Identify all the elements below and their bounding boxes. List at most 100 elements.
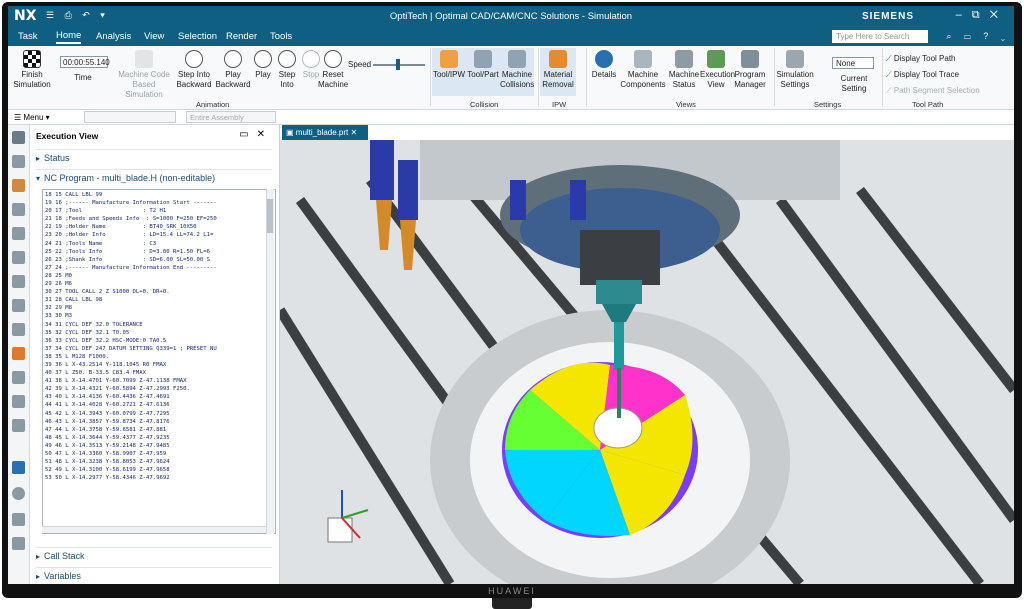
- code-line[interactable]: 48 45 L X-14.3644 Y-59.4377 Z-47.9235: [45, 434, 275, 442]
- process-studio-icon[interactable]: [12, 323, 25, 336]
- code-line[interactable]: 42 39 L X-14.4321 Y-60.5894 Z-47.2993 F2…: [45, 385, 275, 393]
- code-line[interactable]: 20 17 ;Tool : T2 H1: [45, 207, 275, 215]
- code-line[interactable]: 27 24 ;------ Manufacture Information En…: [45, 264, 275, 272]
- tab-task[interactable]: Task: [18, 31, 38, 42]
- code-line[interactable]: 29 26 M6: [45, 280, 275, 288]
- code-line[interactable]: 23 20 ;Holder Info : LD=15.4 LL=74.2 L1=: [45, 231, 275, 239]
- vertical-scrollbar[interactable]: [266, 189, 274, 534]
- tab-analysis[interactable]: Analysis: [96, 31, 131, 42]
- play-button[interactable]: Play: [252, 50, 274, 80]
- code-line[interactable]: 46 43 L X-14.3857 Y-59.8734 Z-47.8176: [45, 418, 275, 426]
- assembly-filter-dropdown[interactable]: Entire Assembly: [186, 111, 276, 123]
- code-line[interactable]: 45 42 L X-14.3943 Y-60.0799 Z-47.7295: [45, 410, 275, 418]
- tool-part-button[interactable]: Tool/Part: [466, 48, 500, 96]
- close-tab-icon[interactable]: ✕: [351, 128, 358, 137]
- material-removal-button[interactable]: Material Removal: [540, 48, 576, 96]
- graphics-viewport[interactable]: [280, 140, 1014, 584]
- machine-code-simulation-button[interactable]: Machine Code Based Simulation: [116, 50, 172, 100]
- code-line[interactable]: 26 23 ;Shank Info : SD=6.00 SL=50.00 S: [45, 256, 275, 264]
- close-panel-icon[interactable]: ✕: [257, 129, 273, 140]
- nc-program-section[interactable]: ▾ NC Program - multi_blade.H (non-editabl…: [36, 169, 272, 185]
- details-button[interactable]: Details: [590, 50, 618, 80]
- scrollbar-thumb[interactable]: [267, 199, 273, 233]
- current-setting-dropdown[interactable]: None: [832, 57, 874, 69]
- web-browser-icon[interactable]: [12, 395, 25, 408]
- tab-selection[interactable]: Selection: [178, 31, 217, 42]
- machine-tab-icon[interactable]: [12, 537, 25, 550]
- path-segment-selection-toggle[interactable]: ⟋ Path Segment Selection: [886, 86, 980, 96]
- restore-icon[interactable]: ⧉: [972, 9, 990, 21]
- search-input[interactable]: Type Here to Search: [832, 30, 928, 43]
- code-line[interactable]: 22 19 ;Holder Name : BT40_SRK_10X50: [45, 223, 275, 231]
- roles-icon[interactable]: [12, 347, 25, 360]
- code-line[interactable]: 52 49 L X-14.3100 Y-58.6199 Z-47.9658: [45, 466, 275, 474]
- step-into-backward-button[interactable]: Step Into Backward: [174, 50, 214, 90]
- minimize-icon[interactable]: –: [956, 9, 972, 21]
- code-line[interactable]: 40 37 L Z50. B-33.5 C83.4 FMAX: [45, 369, 275, 377]
- variables-section[interactable]: ▸ Variables: [36, 567, 272, 583]
- machine-status-button[interactable]: Machine Status: [668, 50, 700, 90]
- nc-code-listing[interactable]: 18 15 CALL LBL 99 19 16 ;------ Manufactu…: [42, 189, 276, 534]
- clock-icon[interactable]: [12, 487, 25, 500]
- code-line[interactable]: 33 30 M3: [45, 312, 275, 320]
- part-navigator-icon[interactable]: [12, 155, 25, 168]
- code-line[interactable]: 47 44 L X-14.3758 Y-59.6581 Z-47.881: [45, 426, 275, 434]
- tab-tools[interactable]: Tools: [270, 31, 292, 42]
- reset-machine-button[interactable]: Reset Machine: [318, 50, 348, 90]
- machine-navigator-icon[interactable]: [12, 227, 25, 240]
- speed-slider-knob[interactable]: [396, 59, 400, 70]
- execution-view-button[interactable]: Execution View: [700, 50, 735, 90]
- display-tool-trace-toggle[interactable]: ⟋ Display Tool Trace: [886, 70, 959, 80]
- step-into-button[interactable]: Step Into: [274, 50, 300, 90]
- code-line[interactable]: 19 16 ;------ Manufacture Information St…: [45, 199, 275, 207]
- maximize-panel-icon[interactable]: ▭: [239, 129, 256, 140]
- tab-home[interactable]: Home: [56, 30, 82, 44]
- code-line[interactable]: 25 22 ;Tools Info : D=3.00 R=1.50 FL=6: [45, 248, 275, 256]
- settings-gear-icon[interactable]: [12, 131, 25, 144]
- code-line[interactable]: 28 25 M0: [45, 272, 275, 280]
- code-line[interactable]: 32 29 M8: [45, 304, 275, 312]
- code-line[interactable]: 35 32 CYCL DEF 32.1 T0.05: [45, 329, 275, 337]
- code-line[interactable]: 49 46 L X-14.3513 Y-59.2148 Z-47.9485: [45, 442, 275, 450]
- time-field[interactable]: 00:00:55.140: [60, 56, 110, 68]
- tab-view[interactable]: View: [144, 31, 164, 42]
- collisions-tab-icon[interactable]: [12, 513, 25, 526]
- system-materials-icon[interactable]: [12, 371, 25, 384]
- window-controls[interactable]: –⧉✕: [956, 9, 1008, 22]
- constraint-navigator-icon[interactable]: [12, 203, 25, 216]
- code-line[interactable]: 24 21 ;Tools Name : C3: [45, 240, 275, 248]
- menu-button[interactable]: ☰ Menu ▾: [14, 113, 50, 122]
- visualization-icon[interactable]: [12, 419, 25, 432]
- code-line[interactable]: 41 38 L X-14.4701 Y-60.7099 Z-47.1138 FM…: [45, 377, 275, 385]
- history-icon[interactable]: [12, 299, 25, 312]
- operation-navigator-icon[interactable]: [12, 251, 25, 264]
- play-backward-button[interactable]: Play Backward: [214, 50, 252, 90]
- code-line[interactable]: 44 41 L X-14.4028 Y-60.2721 Z-47.6136: [45, 401, 275, 409]
- code-line[interactable]: 36 33 CYCL DEF 32.2 HSC-MODE:0 TA0.5: [45, 337, 275, 345]
- code-line[interactable]: 34 31 CYCL DEF 32.0 TOLERANCE: [45, 321, 275, 329]
- tab-render[interactable]: Render: [226, 31, 257, 42]
- reuse-library-icon[interactable]: [12, 275, 25, 288]
- code-line[interactable]: 50 47 L X-14.3360 Y-58.9907 Z-47.959: [45, 450, 275, 458]
- panel-controls[interactable]: ▭✕: [239, 129, 273, 140]
- close-icon[interactable]: ✕: [990, 9, 1008, 21]
- code-line[interactable]: 39 36 L X-43.2514 Y-118.1045 R0 FMAX: [45, 361, 275, 369]
- code-line[interactable]: 53 50 L X-14.2977 Y-58.4346 Z-47.9692: [45, 474, 275, 482]
- finish-simulation-button[interactable]: Finish Simulation: [12, 50, 52, 90]
- code-line[interactable]: 37 34 CYCL DEF 247 DATUM SETTING Q339=1 …: [45, 345, 275, 353]
- machine-collisions-button[interactable]: Machine Collisions: [500, 48, 534, 96]
- code-line[interactable]: 43 40 L X-14.4136 Y-60.4436 Z-47.4691: [45, 393, 275, 401]
- help-icons[interactable]: ⌕ ▭ ? ⌄: [946, 31, 1010, 42]
- program-manager-button[interactable]: Program Manager: [732, 50, 768, 90]
- simulation-settings-button[interactable]: Simulation Settings: [776, 50, 814, 90]
- display-tool-path-toggle[interactable]: ⟋ Display Tool Path: [886, 54, 956, 64]
- code-line[interactable]: 30 27 TOOL CALL 2 Z S1000 DL+0. DR+0.: [45, 288, 275, 296]
- code-line[interactable]: 31 28 CALL LBL 98: [45, 296, 275, 304]
- tool-ipw-button[interactable]: Tool/IPW: [432, 48, 466, 96]
- machine-components-button[interactable]: Machine Components: [618, 50, 668, 90]
- assembly-navigator-icon[interactable]: [12, 179, 25, 192]
- type-filter-dropdown[interactable]: [84, 111, 176, 123]
- execution-view-tab-icon[interactable]: [12, 461, 25, 474]
- code-line[interactable]: 21 18 ;Feeds and Speeds Info : S=1000 F=…: [45, 215, 275, 223]
- call-stack-section[interactable]: ▸ Call Stack: [36, 547, 272, 563]
